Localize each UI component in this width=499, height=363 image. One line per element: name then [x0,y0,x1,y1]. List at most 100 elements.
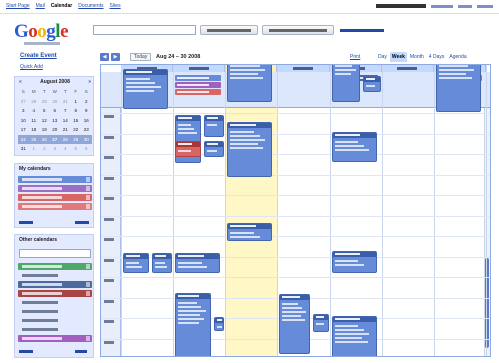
view-tab-week[interactable]: Week [389,52,407,62]
hour-row[interactable] [101,154,490,159]
mini-calendar-day[interactable]: 29 [39,97,50,107]
mini-calendar-day[interactable]: 3 [18,106,29,116]
other-calendars-add-link[interactable] [75,350,87,353]
all-day-event[interactable] [175,82,222,88]
mini-calendar-day[interactable]: 28 [60,134,71,144]
mini-calendar-day[interactable]: 21 [60,125,71,135]
calendar-item[interactable] [18,194,92,201]
calendar-event[interactable] [331,65,360,102]
mini-prev-month-icon[interactable]: « [19,79,22,85]
view-tab-day[interactable]: Day [376,52,389,62]
day-header[interactable] [173,65,226,72]
my-calendars-title[interactable]: My calendars [19,166,51,172]
sign-out-link[interactable] [477,5,493,8]
calendar-item[interactable] [18,281,92,288]
mini-calendar-day[interactable]: 15 [71,116,82,126]
hour-row[interactable] [101,236,490,241]
calendar-event[interactable] [227,65,273,102]
hour-row[interactable] [101,113,490,118]
show-search-options-link[interactable] [340,29,384,32]
view-tab-month[interactable]: Month [408,52,426,62]
mini-calendar-day[interactable]: 29 [70,134,81,144]
calendar-settings-link[interactable] [19,221,33,224]
mini-calendar-day[interactable]: 4 [60,144,71,154]
search-input[interactable] [93,25,196,35]
print-link[interactable]: Print [350,54,360,60]
calendar-event[interactable] [331,251,377,273]
nav-link-start-page[interactable]: Start Page [6,3,30,9]
calendar-event[interactable] [279,294,311,354]
mini-calendar-day[interactable]: 12 [39,116,50,126]
mini-calendar-day[interactable]: 4 [29,106,40,116]
nav-link-calendar[interactable]: Calendar [51,3,72,9]
previous-week-button[interactable]: ◀ [100,53,109,61]
mini-calendar-day[interactable]: 27 [49,134,60,144]
nav-link-mail[interactable]: Mail [36,3,45,9]
view-tab-4-days[interactable]: 4 Days [427,52,447,62]
mini-calendar-day[interactable]: 11 [29,116,40,126]
hour-row[interactable] [101,215,490,221]
view-tab-agenda[interactable]: Agenda [447,52,468,62]
mini-next-month-icon[interactable]: » [88,79,91,85]
calendar-item[interactable] [18,176,92,183]
calendar-event[interactable] [362,76,381,92]
calendar-event[interactable] [227,122,273,177]
calendar-event[interactable] [175,141,201,157]
mini-calendar-day[interactable]: 1 [29,144,40,154]
next-week-button[interactable]: ▶ [111,53,120,61]
settings-link[interactable] [431,5,453,8]
calendar-event[interactable] [123,253,149,273]
mini-calendar-day[interactable]: 19 [39,125,50,135]
add-friend-calendar-input[interactable] [19,249,91,258]
mini-calendar-day[interactable]: 25 [28,134,39,144]
calendar-item[interactable] [18,272,92,279]
mini-calendar-day[interactable]: 1 [71,97,82,107]
day-header[interactable] [277,65,330,72]
hour-row[interactable] [101,277,490,282]
calendar-event[interactable] [331,316,377,356]
mini-calendar-day[interactable]: 30 [81,134,92,144]
nav-link-sites[interactable]: Sites [110,3,121,9]
mini-calendar-day[interactable]: 16 [81,116,92,126]
calendar-event[interactable] [203,115,225,137]
mini-calendar-day[interactable]: 26 [39,134,50,144]
calendar-event[interactable] [227,223,273,241]
google-calendar-logo[interactable]: Google [14,21,68,43]
hour-row[interactable] [101,133,490,139]
create-event-link[interactable]: Create Event [20,53,57,59]
calendar-event[interactable] [123,69,168,109]
calendar-event[interactable] [175,293,212,356]
mini-calendar-day[interactable]: 30 [50,97,61,107]
calendar-item[interactable] [18,299,92,306]
calendar-event[interactable] [214,317,225,331]
hour-row[interactable] [101,195,490,200]
day-header[interactable] [381,65,434,72]
mini-calendar-day[interactable]: 8 [71,106,82,116]
calendar-event[interactable] [203,141,225,157]
quick-add-link[interactable]: Quick Add [20,64,43,70]
other-calendars-settings-link[interactable] [19,350,33,353]
mini-calendar-day[interactable]: 9 [81,106,92,116]
mini-calendar-day[interactable]: 20 [50,125,61,135]
mini-calendar-day[interactable]: 27 [18,97,29,107]
mini-calendar-day[interactable]: 17 [18,125,29,135]
mini-calendar-day[interactable]: 31 [18,144,29,154]
mini-calendar-day[interactable]: 10 [18,116,29,126]
mini-calendar-day[interactable]: 18 [29,125,40,135]
mini-calendar-day[interactable]: 14 [60,116,71,126]
calendar-item[interactable] [18,290,92,297]
mini-calendar-day[interactable]: 5 [71,144,82,154]
calendar-item[interactable] [18,203,92,210]
mini-calendar-day[interactable]: 3 [50,144,61,154]
calendar-item[interactable] [18,317,92,324]
mini-calendar-day[interactable]: 6 [50,106,61,116]
nav-link-documents[interactable]: Documents [78,3,103,9]
hour-row[interactable] [101,174,490,180]
calendar-item[interactable] [18,185,92,192]
help-link[interactable] [458,5,472,8]
today-button[interactable]: Today [130,53,152,61]
calendar-event[interactable] [313,314,329,332]
calendar-item[interactable] [18,263,92,270]
mini-calendar-day[interactable]: 7 [60,106,71,116]
calendar-item[interactable] [18,326,92,333]
